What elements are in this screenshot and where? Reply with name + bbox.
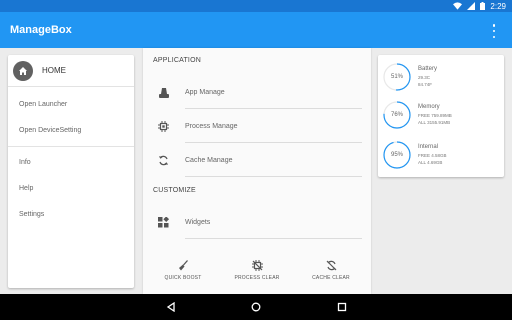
app-manage-label: App Manage	[185, 76, 362, 109]
battery-ring: 51%	[382, 62, 412, 92]
quick-boost-button[interactable]: QUICK BOOST	[153, 260, 213, 281]
memory-ring: 76%	[382, 100, 412, 130]
app-bar: ManageBox	[0, 12, 512, 48]
menu-group-launch: Open Launcher Open DeviceSetting	[8, 87, 134, 147]
recents-icon[interactable]	[335, 300, 349, 314]
customize-section-title: CUSTOMIZE	[153, 187, 196, 194]
menu-info[interactable]: Info	[8, 150, 134, 176]
app-manage-icon	[157, 86, 170, 99]
home-icon	[13, 60, 33, 81]
application-section-title: APPLICATION	[153, 57, 201, 64]
home-label: HOME	[42, 66, 66, 75]
battery-name: Battery	[418, 66, 438, 72]
battery-percent: 51%	[390, 74, 403, 80]
battery-stat[interactable]: 51% Battery 29.3C 84.74F	[382, 59, 500, 95]
menu-open-launcher[interactable]: Open Launcher	[8, 92, 134, 118]
quick-boost-label: QUICK BOOST	[164, 275, 202, 281]
refresh-icon	[157, 154, 170, 167]
process-manage-label: Process Manage	[185, 110, 362, 143]
cache-clear-button[interactable]: CACHE CLEAR	[301, 260, 361, 281]
widgets-item[interactable]: Widgets	[157, 206, 362, 239]
memory-stat[interactable]: 76% Memory FREE 759.89MB ALL 3155.91MB	[382, 97, 500, 133]
menu-help[interactable]: Help	[8, 176, 134, 202]
menu-group-info: Info Help Settings	[8, 147, 134, 228]
process-clear-label: PROCESS CLEAR	[234, 275, 280, 281]
cache-clear-label: CACHE CLEAR	[312, 275, 350, 281]
widgets-label: Widgets	[185, 206, 362, 239]
cache-clear-icon	[326, 260, 336, 271]
navigation-card: HOME Open Launcher Open DeviceSetting In…	[8, 55, 134, 288]
home-nav-icon[interactable]	[249, 300, 263, 314]
home-item[interactable]: HOME	[8, 55, 134, 87]
memory-percent: 76%	[390, 112, 403, 118]
internal-name: Internal	[418, 144, 439, 150]
quick-actions: QUICK BOOST PROCESS CLEAR CACHE CLEAR	[143, 260, 371, 290]
battery-celsius: 29.3C	[418, 75, 431, 80]
process-clear-icon	[251, 260, 263, 271]
cache-manage-item[interactable]: Cache Manage	[157, 144, 362, 177]
process-chip-icon	[157, 120, 170, 133]
battery-fahrenheit: 84.74F	[418, 82, 433, 87]
main-panel: APPLICATION App Manage Process Manage Ca…	[143, 48, 371, 294]
wifi-icon	[453, 2, 463, 10]
memory-free: FREE 759.89MB	[418, 113, 452, 118]
process-manage-item[interactable]: Process Manage	[157, 110, 362, 143]
overflow-menu-icon[interactable]	[490, 24, 498, 38]
widgets-icon	[157, 216, 170, 229]
internal-stat[interactable]: 95% Internal FREE 4.58GB ALL 4.69GB	[382, 137, 500, 173]
stats-card: 51% Battery 29.3C 84.74F 76% Memory FREE…	[378, 55, 504, 177]
memory-all: ALL 3155.91MB	[418, 120, 451, 125]
internal-percent: 95%	[390, 152, 403, 158]
internal-all: ALL 4.69GB	[418, 160, 443, 165]
broom-icon	[178, 260, 188, 271]
internal-free: FREE 4.58GB	[418, 153, 447, 158]
system-nav-bar	[0, 294, 512, 320]
menu-open-devicesetting[interactable]: Open DeviceSetting	[8, 118, 134, 144]
back-icon[interactable]	[164, 300, 178, 314]
cache-manage-label: Cache Manage	[185, 144, 362, 177]
process-clear-button[interactable]: PROCESS CLEAR	[227, 260, 287, 281]
menu-settings[interactable]: Settings	[8, 202, 134, 228]
internal-ring: 95%	[382, 140, 412, 170]
status-bar: 2:29	[0, 0, 512, 12]
status-time: 2:29	[490, 1, 506, 11]
memory-name: Memory	[418, 104, 440, 110]
app-title: ManageBox	[10, 24, 72, 36]
battery-icon	[480, 2, 486, 10]
signal-icon	[467, 2, 476, 10]
app-manage-item[interactable]: App Manage	[157, 76, 362, 109]
